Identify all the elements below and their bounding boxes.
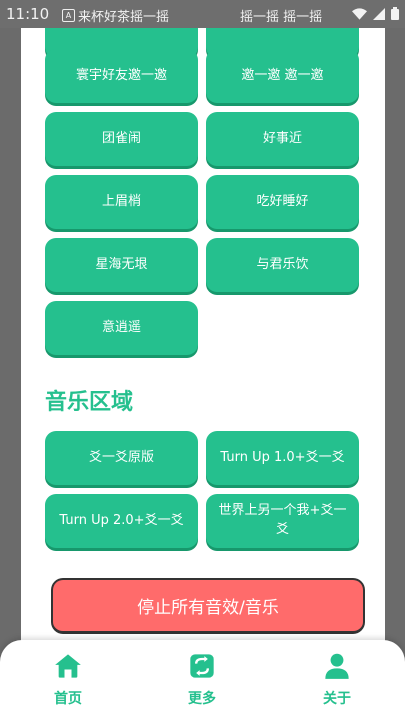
status-bar: 11:10 A 来杯好茶摇一摇 摇一摇 摇一摇 xyxy=(0,0,405,28)
sound-button[interactable]: 团雀闹 xyxy=(45,112,198,166)
status-app-name: 来杯好茶摇一摇 xyxy=(78,10,170,25)
sound-button[interactable]: 星海无垠 xyxy=(45,238,198,292)
music-section-title: 音乐区域 xyxy=(45,390,134,415)
sound-button[interactable]: 意逍遥 xyxy=(45,301,198,355)
sound-button[interactable]: 上眉梢 xyxy=(45,175,198,229)
user-icon xyxy=(325,653,349,679)
music-button[interactable]: Turn Up 1.0+爻一爻 xyxy=(206,431,359,485)
music-button[interactable]: Turn Up 2.0+爻一爻 xyxy=(45,494,198,548)
wifi-icon xyxy=(352,7,367,20)
stop-all-button[interactable]: 停止所有音效/音乐 xyxy=(51,578,365,634)
status-page-title: 摇一摇 摇一摇 xyxy=(240,10,323,25)
sound-button[interactable]: 寰宇好友邀一邀 xyxy=(45,49,198,103)
nav-item-more[interactable]: 更多 xyxy=(162,652,242,708)
status-app-indicator: A 来杯好茶摇一摇 xyxy=(62,6,169,25)
status-icons xyxy=(352,7,399,20)
battery-icon xyxy=(391,7,399,20)
backdrop-left xyxy=(0,28,21,668)
music-button[interactable]: 爻一爻原版 xyxy=(45,431,198,485)
nav-label: 更多 xyxy=(188,691,216,707)
app-indicator-icon: A xyxy=(62,9,75,22)
nav-item-about[interactable]: 关于 xyxy=(297,652,377,708)
status-time: 11:10 xyxy=(6,5,50,23)
nav-label: 首页 xyxy=(54,691,82,707)
sound-button[interactable]: 好事近 xyxy=(206,112,359,166)
sound-button[interactable]: 吃好睡好 xyxy=(206,175,359,229)
signal-icon xyxy=(373,7,385,20)
nav-label: 关于 xyxy=(323,691,351,707)
backdrop-right xyxy=(385,28,405,668)
sound-button[interactable]: 邀一邀 邀一邀 xyxy=(206,49,359,103)
home-icon xyxy=(55,654,81,678)
music-button[interactable]: 世界上另一个我+爻一爻 xyxy=(206,494,359,548)
refresh-icon xyxy=(190,654,214,678)
sound-button[interactable]: 与君乐饮 xyxy=(206,238,359,292)
nav-item-home[interactable]: 首页 xyxy=(28,652,108,708)
bottom-nav: 首页 更多 关于 xyxy=(0,640,405,720)
main-panel[interactable]: 寰宇好友邀一邀 邀一邀 邀一邀 团雀闹 好事近 上眉梢 吃好睡好 星海无垠 与君… xyxy=(21,28,385,668)
